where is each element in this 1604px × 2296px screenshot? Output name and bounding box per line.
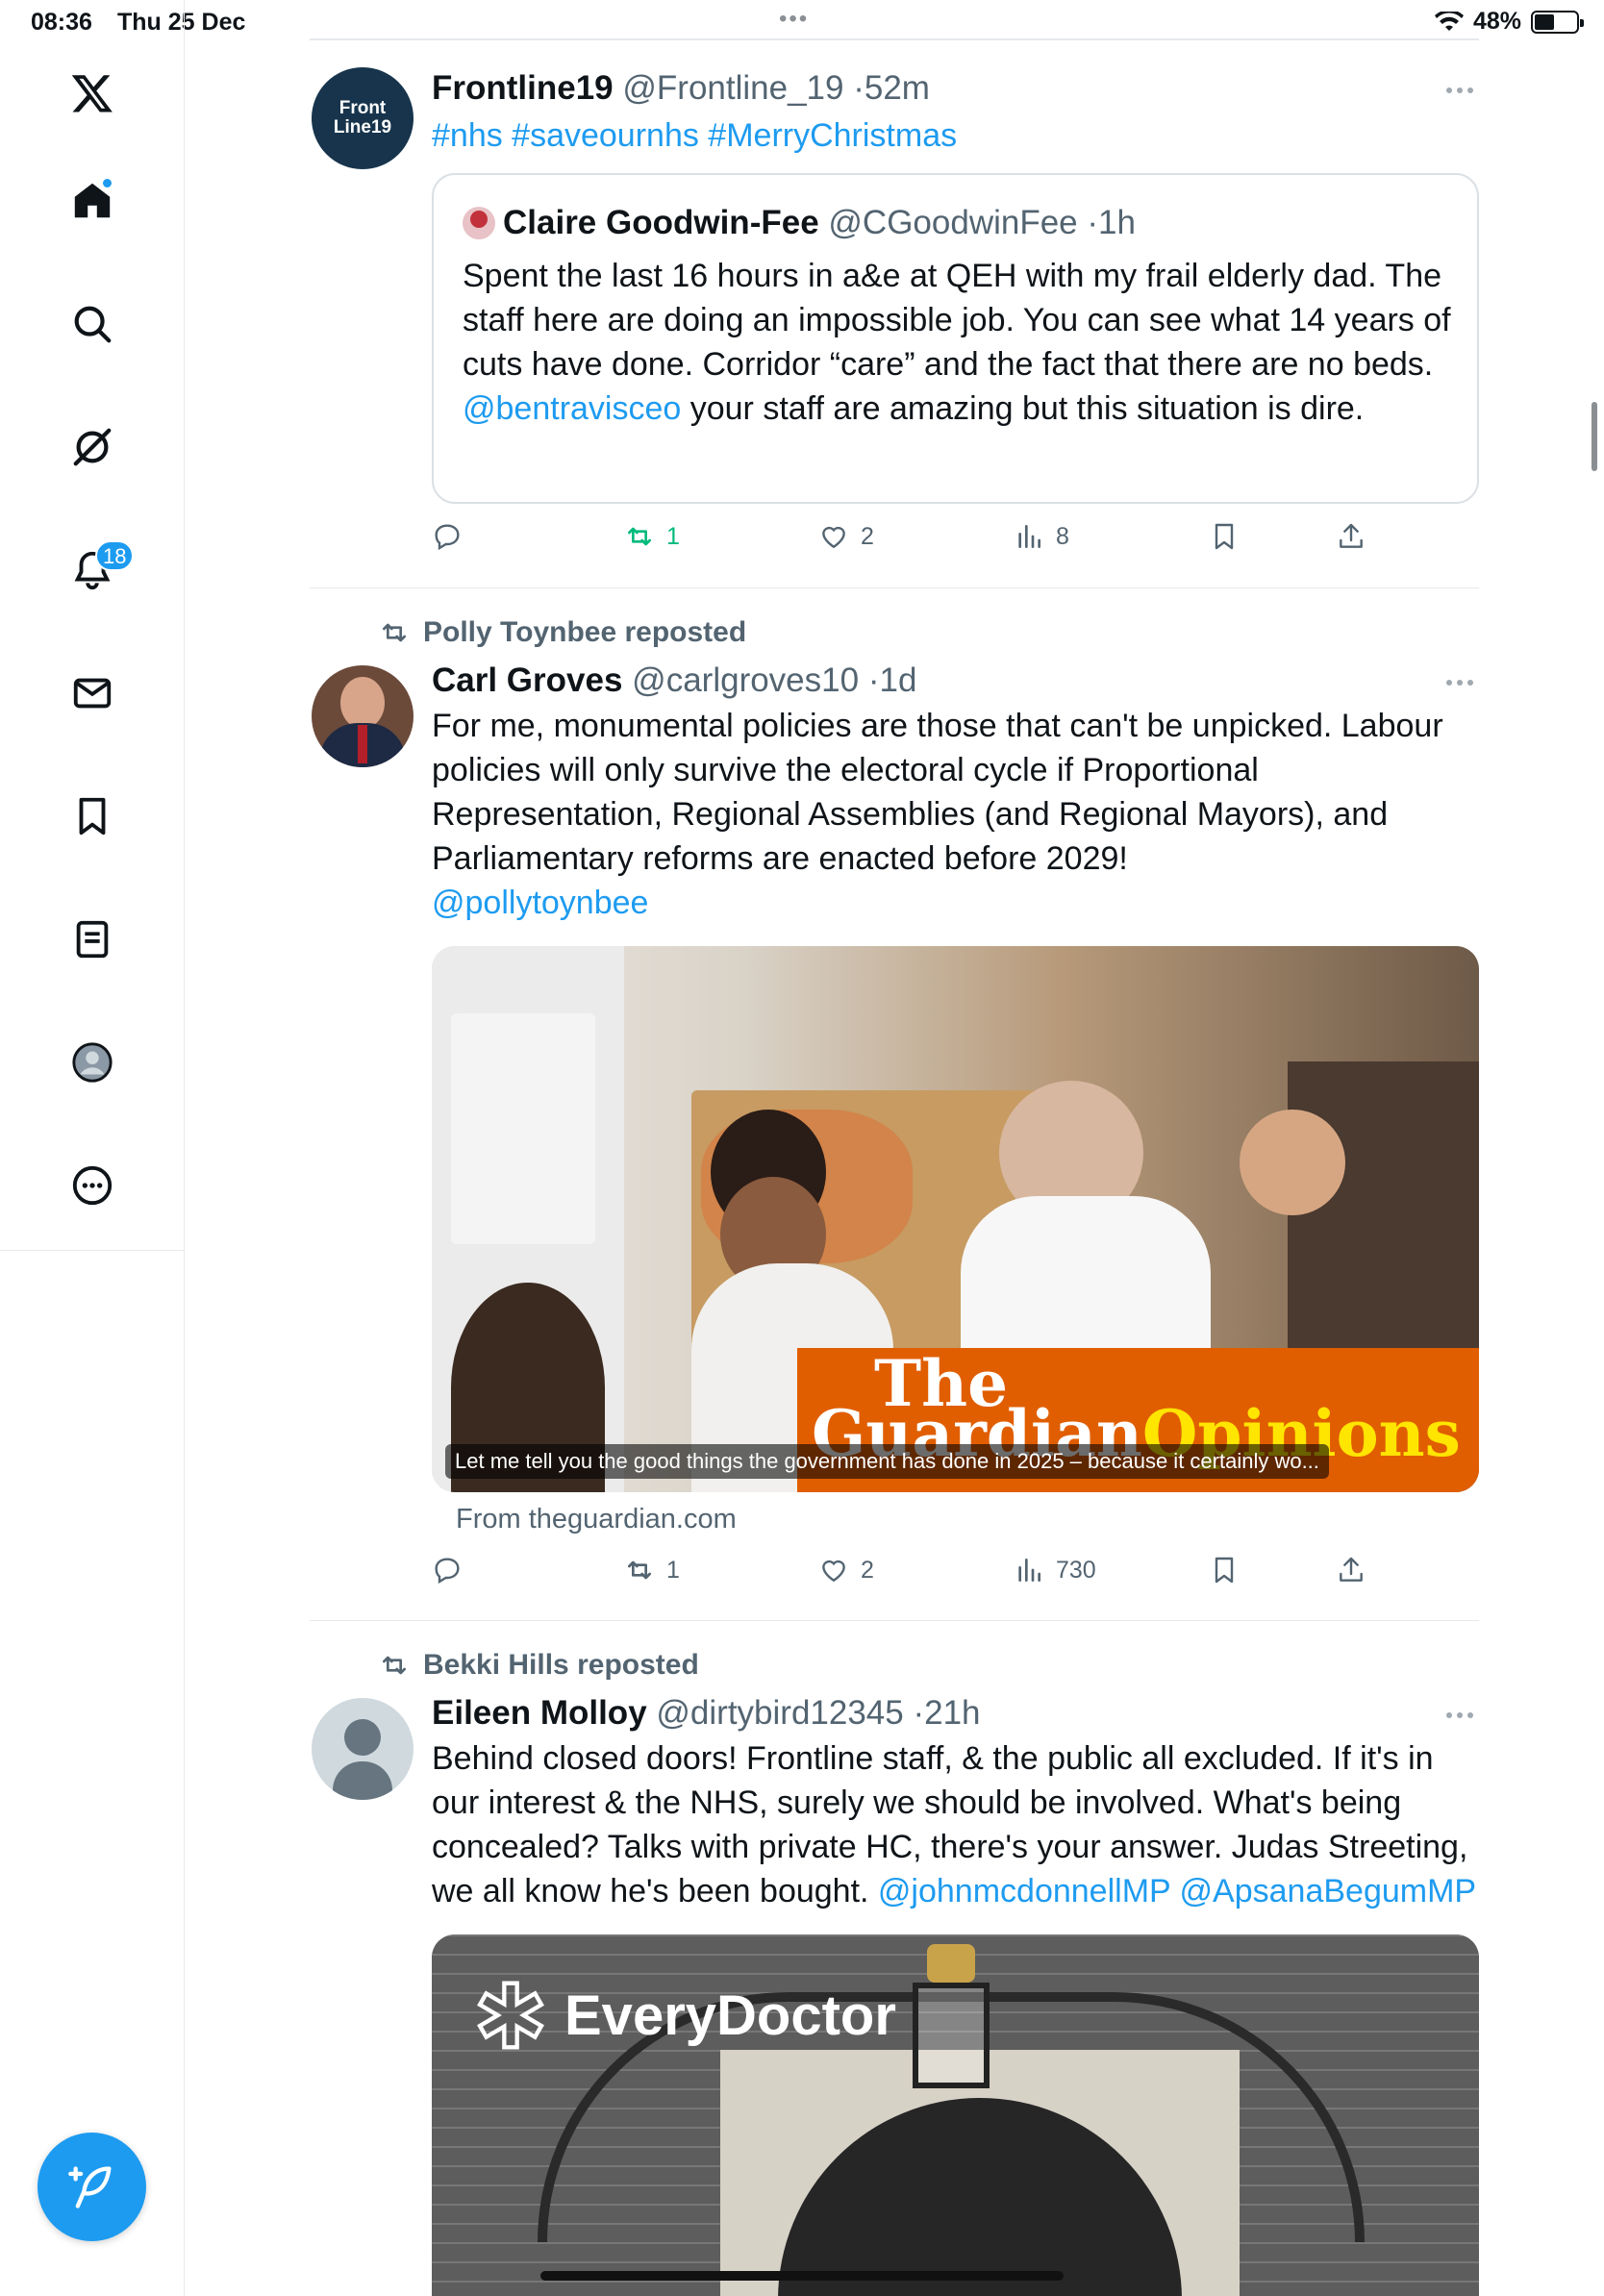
mention-link[interactable]: @bentravisceo — [463, 390, 681, 427]
views-icon — [1018, 525, 1040, 548]
home-icon[interactable] — [61, 169, 124, 233]
tweet-carl-groves[interactable]: Carl Groves @carlgroves10 ·1d For me, mo… — [310, 660, 1479, 1583]
notifications-icon[interactable]: 18 — [61, 538, 135, 602]
reply-icon — [435, 1558, 460, 1585]
repost-button[interactable]: 1 — [624, 521, 680, 552]
tweet-more-icon[interactable] — [1446, 673, 1479, 692]
battery-icon — [1531, 10, 1584, 34]
tweet-divider — [310, 587, 1479, 588]
author-handle[interactable]: @dirtybird12345 — [656, 1694, 903, 1732]
compose-post-button[interactable] — [38, 2133, 146, 2241]
scrollbar[interactable] — [1591, 402, 1597, 471]
quoted-tweet[interactable]: Claire Goodwin-Fee @CGoodwinFee ·1h Spen… — [432, 173, 1479, 504]
views-button[interactable]: 8 — [1014, 521, 1069, 552]
sidebar-divider — [0, 1250, 185, 1251]
status-right: 48% — [1434, 8, 1584, 36]
quoted-author-handle[interactable]: @CGoodwinFee — [828, 204, 1077, 241]
avatar-frontline19-text: Front Line19 — [333, 98, 392, 137]
author-name[interactable]: Carl Groves — [432, 661, 622, 699]
mention-link[interactable]: @pollytoynbee — [432, 885, 648, 921]
mention-link[interactable]: @johnmcdonnellMP — [878, 1873, 1170, 1909]
notifications-badge: 18 — [95, 540, 135, 571]
tweet-eileen-molloy[interactable]: Eileen Molloy @dirtybird12345 ·21h Behin… — [310, 1692, 1479, 2296]
views-button[interactable]: 730 — [1014, 1555, 1096, 1585]
bookmarks-icon[interactable] — [61, 785, 124, 848]
compose-feather-icon — [67, 2165, 111, 2209]
repost-icon — [383, 1656, 406, 1675]
share-icon — [1340, 523, 1363, 548]
bookmark-icon — [1215, 1557, 1234, 1584]
author-handle[interactable]: @carlgroves10 — [632, 661, 859, 699]
more-icon[interactable] — [61, 1154, 124, 1217]
quoted-tweet-header: Claire Goodwin-Fee @CGoodwinFee ·1h — [463, 202, 1453, 244]
x-logo-icon[interactable] — [61, 62, 124, 125]
repost-icon — [628, 1560, 651, 1580]
tweet-time[interactable]: 21h — [924, 1694, 980, 1732]
like-button[interactable]: 2 — [818, 521, 874, 552]
heart-icon — [822, 1560, 845, 1583]
tweet-hashtags[interactable]: #nhs #saveournhs #MerryChristmas — [432, 113, 1479, 158]
reply-button[interactable] — [432, 521, 474, 552]
share-icon — [1340, 1557, 1363, 1582]
home-unread-dot — [101, 177, 113, 189]
quoted-tweet-time: 1h — [1098, 204, 1136, 241]
like-button[interactable]: 2 — [818, 1555, 874, 1585]
sidebar: 18 — [0, 0, 185, 2296]
previous-tweet-divider — [310, 38, 1479, 40]
avatar-default-icon[interactable] — [312, 1698, 414, 1800]
mention-link[interactable]: @ApsanaBegumMP — [1180, 1873, 1477, 1909]
everydoctor-logo: EveryDoctor — [472, 1977, 896, 2054]
multitasking-dots-icon[interactable]: ••• — [779, 6, 809, 33]
quoted-author-name[interactable]: Claire Goodwin-Fee — [503, 204, 819, 241]
quoted-author-avatar[interactable] — [463, 207, 495, 239]
author-name[interactable]: Eileen Molloy — [432, 1694, 647, 1732]
search-icon[interactable] — [61, 292, 124, 356]
reply-button[interactable] — [432, 1555, 474, 1585]
messages-icon[interactable] — [61, 661, 124, 725]
repost-icon — [383, 623, 406, 642]
repost-button[interactable]: 1 — [624, 1555, 680, 1585]
home-indicator[interactable] — [540, 2271, 1064, 2281]
bookmark-button[interactable] — [1209, 521, 1240, 552]
everydoctor-star-icon — [477, 1981, 544, 2050]
heart-icon — [822, 526, 845, 549]
grok-icon[interactable] — [61, 415, 124, 479]
bookmark-button[interactable] — [1209, 1555, 1240, 1585]
tweet-actions: 1 2 8 — [432, 521, 1479, 560]
link-card-image[interactable]: The GuardianOpinions Let me tell you the… — [432, 946, 1479, 1492]
tweet-time[interactable]: 1d — [879, 661, 916, 699]
views-icon — [1018, 1559, 1040, 1582]
lists-icon[interactable] — [61, 908, 124, 971]
share-button[interactable] — [1336, 1555, 1366, 1585]
profile-icon[interactable] — [61, 1031, 124, 1094]
repost-icon — [628, 527, 651, 546]
link-card-source[interactable]: From theguardian.com — [456, 1504, 737, 1535]
tweet-actions: 1 2 730 — [432, 1555, 1479, 1593]
tweet-divider — [310, 1620, 1479, 1621]
share-button[interactable] — [1336, 521, 1366, 552]
tweet-text: For me, monumental policies are those th… — [432, 708, 1443, 921]
tweet-time[interactable]: 52m — [865, 69, 930, 107]
wifi-icon — [1434, 11, 1464, 31]
avatar-frontline19[interactable]: Front Line19 — [312, 67, 414, 169]
tweet-header: Carl Groves @carlgroves10 ·1d — [432, 661, 917, 699]
tweet-header: Frontline19 @Frontline_19 ·52m — [432, 69, 930, 107]
reply-icon — [435, 524, 460, 551]
tweet-image[interactable]: EveryDoctor — [432, 1934, 1479, 2296]
bookmark-icon — [1215, 523, 1234, 550]
avatar-carl-groves[interactable] — [312, 665, 414, 767]
repost-indicator[interactable]: Polly Toynbee reposted — [379, 616, 746, 649]
repost-indicator[interactable]: Bekki Hills reposted — [379, 1649, 699, 1682]
tweet-text: Behind closed doors! Frontline staff, & … — [432, 1740, 1477, 1909]
tweet-frontline19[interactable]: Front Line19 Frontline19 @Frontline_19 ·… — [310, 67, 1479, 586]
author-handle[interactable]: @Frontline_19 — [622, 69, 843, 107]
link-card-caption: Let me tell you the good things the gove… — [445, 1444, 1329, 1479]
status-bar: 08:36 Thu 25 Dec ••• 48% — [0, 0, 1604, 42]
battery-percent: 48% — [1472, 8, 1521, 35]
tweet-more-icon[interactable] — [1446, 81, 1479, 100]
tweet-more-icon[interactable] — [1446, 1706, 1479, 1725]
quoted-tweet-text: Spent the last 16 hours in a&e at QEH wi… — [463, 258, 1451, 427]
tweet-header: Eileen Molloy @dirtybird12345 ·21h — [432, 1694, 981, 1732]
author-name[interactable]: Frontline19 — [432, 69, 614, 107]
